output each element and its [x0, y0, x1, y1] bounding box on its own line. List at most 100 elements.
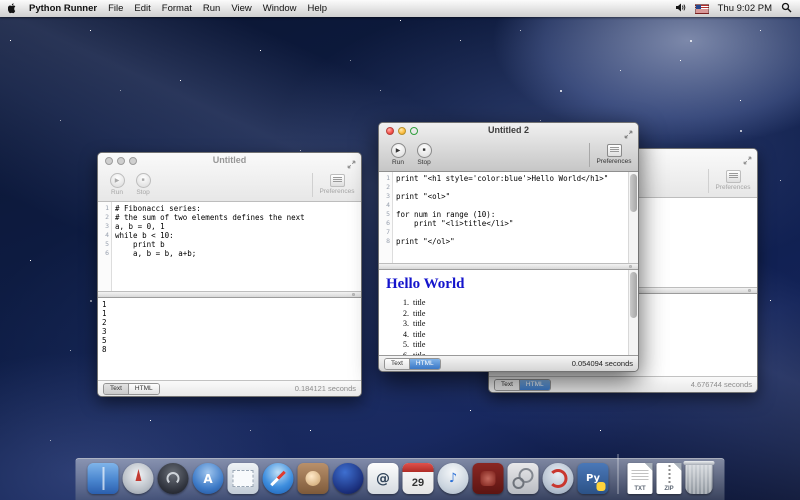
output-mode-segmented-control: Text HTML — [384, 358, 441, 370]
pane-splitter[interactable] — [98, 291, 361, 298]
close-button[interactable] — [105, 157, 113, 165]
stop-button[interactable]: ■ Stop — [411, 143, 437, 166]
window-untitled-2: Untitled 2 ▶ Run ■ Stop Preferences — [378, 122, 639, 372]
text-mode-button[interactable]: Text — [385, 359, 409, 369]
menu-item[interactable]: File — [108, 3, 123, 14]
dock-icon-at[interactable]: @ — [368, 463, 399, 494]
menu-item[interactable]: Help — [308, 3, 328, 14]
dock-icon-quicktime[interactable] — [543, 463, 574, 494]
menu-item[interactable]: Window — [263, 3, 297, 14]
line-number: 3 — [98, 222, 111, 231]
code-line: 7 — [379, 228, 638, 237]
editor-scrollbar[interactable] — [628, 172, 638, 263]
code-editor[interactable]: 1 # Fibonacci series: 2 # the sum of two… — [98, 202, 361, 291]
fullscreen-icon[interactable] — [624, 126, 633, 135]
fullscreen-icon[interactable] — [347, 156, 356, 165]
dock-icon-glyph — [123, 463, 154, 494]
dock-icon-photobooth[interactable] — [298, 463, 329, 494]
menu-item[interactable]: Format — [162, 3, 192, 14]
code-text: print b — [111, 240, 165, 249]
scrollbar-thumb[interactable] — [630, 174, 637, 212]
html-mode-button[interactable]: HTML — [128, 384, 159, 394]
dock-icon-divider — [618, 454, 619, 494]
preferences-button[interactable]: Preferences — [715, 170, 751, 191]
preferences-button[interactable]: Preferences — [596, 144, 632, 165]
title-bar[interactable]: Untitled 2 — [379, 123, 638, 138]
output-line: 8 — [98, 345, 361, 354]
dock-icon-python[interactable]: Py — [578, 463, 609, 494]
preferences-button[interactable]: Preferences — [319, 174, 355, 195]
dock-icon-finder[interactable] — [88, 463, 119, 494]
menu-bar-clock[interactable]: Thu 9:02 PM — [718, 3, 772, 14]
dock-icon-appstore[interactable]: A — [193, 463, 224, 494]
text-mode-button[interactable]: Text — [104, 384, 128, 394]
code-text: # the sum of two elements defines the ne… — [111, 213, 305, 222]
html-mode-button[interactable]: HTML — [409, 359, 440, 369]
run-button[interactable]: ▶ Run — [104, 173, 130, 196]
run-button[interactable]: ▶ Run — [385, 143, 411, 166]
window-footer: Text HTML 0.184121 seconds — [98, 380, 361, 396]
scrollbar-thumb[interactable] — [630, 272, 637, 318]
code-line: 3 print "<ol>" — [379, 192, 638, 201]
dock-icon-glyph — [508, 463, 539, 494]
dock-icon-zip[interactable]: ZIP — [657, 463, 682, 494]
code-text: print "<h1 style='color:blue'>Hello Worl… — [392, 174, 608, 183]
zoom-button[interactable] — [410, 127, 418, 135]
dock-icon-glyph: 29 — [403, 463, 434, 494]
dock-icon-mail[interactable] — [228, 463, 259, 494]
volume-icon[interactable] — [675, 2, 686, 16]
close-button[interactable] — [386, 127, 394, 135]
active-app-name[interactable]: Python Runner — [29, 3, 97, 14]
code-text — [392, 228, 396, 237]
minimize-button[interactable] — [117, 157, 125, 165]
code-text — [392, 183, 396, 192]
menu-item[interactable]: Run — [203, 3, 220, 14]
dock-icon-launchpad[interactable] — [123, 463, 154, 494]
toolbar-divider — [312, 173, 313, 197]
dock-icon-glyph — [263, 463, 294, 494]
dock-icon-glyph — [298, 463, 329, 494]
dock-icon-glyph: A — [193, 463, 224, 494]
output-mode-segmented-control: Text HTML — [494, 379, 551, 391]
window-footer: Text HTML 0.054094 seconds — [379, 355, 638, 371]
dock-icon-glyph — [473, 463, 504, 494]
code-line: 4 — [379, 201, 638, 210]
zoom-button[interactable] — [129, 157, 137, 165]
dock-icon-itunes[interactable]: ♪ — [438, 463, 469, 494]
rendered-list-item: 3. title — [403, 319, 638, 330]
menu-item[interactable]: Edit — [134, 3, 150, 14]
title-bar[interactable]: Untitled — [98, 153, 361, 168]
input-source-flag-icon[interactable] — [695, 4, 709, 14]
output-scrollbar[interactable] — [628, 270, 638, 355]
preferences-icon — [330, 174, 345, 187]
apple-menu-icon[interactable] — [8, 3, 18, 15]
dock-icon-trash[interactable] — [686, 463, 713, 494]
dock-icon-calendar[interactable]: 29 — [403, 463, 434, 494]
line-number: 5 — [98, 240, 111, 249]
text-mode-button[interactable]: Text — [495, 380, 519, 390]
dock-icon-sysprefs[interactable] — [508, 463, 539, 494]
minimize-button[interactable] — [398, 127, 406, 135]
menu-item[interactable]: View — [231, 3, 251, 14]
line-number: 6 — [379, 219, 392, 228]
output-pane: 112358 — [98, 298, 361, 380]
dock-icon-safari[interactable] — [263, 463, 294, 494]
code-text: print "</ol>" — [392, 237, 455, 246]
desktop: Python Runner File Edit Format Run View Windo… — [0, 0, 800, 500]
run-duration: 0.054094 seconds — [572, 359, 633, 368]
output-pane: Hello World 1. title2. title3. title4. t… — [379, 270, 638, 355]
dock-icon-txt[interactable]: TXT — [628, 463, 653, 494]
html-mode-button[interactable]: HTML — [519, 380, 550, 390]
output-line: 2 — [98, 318, 361, 327]
code-line: 1 print "<h1 style='color:blue'>Hello Wo… — [379, 174, 638, 183]
spotlight-icon[interactable] — [781, 2, 792, 16]
window-title: Untitled — [98, 153, 361, 168]
rendered-list-item: 2. title — [403, 309, 638, 320]
dock-icon-globe[interactable] — [333, 463, 364, 494]
dock-icon-dashboard[interactable] — [158, 463, 189, 494]
fullscreen-icon[interactable] — [743, 152, 752, 161]
stop-button[interactable]: ■ Stop — [130, 173, 156, 196]
code-editor[interactable]: 1 print "<h1 style='color:blue'>Hello Wo… — [379, 172, 638, 263]
dock-icon-movies[interactable] — [473, 463, 504, 494]
pane-splitter[interactable] — [379, 263, 638, 270]
